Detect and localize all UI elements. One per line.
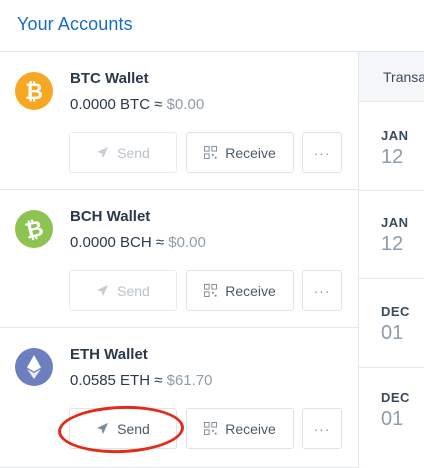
accounts-header: Your Accounts bbox=[0, 0, 424, 52]
transaction-day: 01 bbox=[381, 322, 404, 344]
crypto-balance: 0.0000 BTC bbox=[70, 96, 151, 113]
crypto-balance: 0.0000 BCH bbox=[70, 234, 152, 251]
wallet-balance: 0.0000 BTC ≈ $0.00 bbox=[70, 96, 204, 113]
receive-button-label: Receive bbox=[225, 282, 276, 299]
wallet-name: BTC Wallet bbox=[70, 70, 149, 87]
wallet-name: BCH Wallet bbox=[70, 208, 151, 225]
transaction-date[interactable]: JAN 12 bbox=[359, 102, 424, 191]
send-button-label: Send bbox=[117, 282, 150, 299]
qr-code-icon bbox=[204, 422, 218, 435]
ethereum-icon bbox=[15, 348, 53, 386]
receive-button-label: Receive bbox=[225, 420, 276, 437]
approx-sign: ≈ bbox=[154, 372, 163, 389]
send-button-label: Send bbox=[117, 144, 150, 161]
transaction-day: 12 bbox=[381, 233, 404, 255]
transaction-date[interactable]: DEC 01 bbox=[359, 279, 424, 368]
account-card-eth: ETH Wallet 0.0585 ETH ≈ $61.70 Send Rece… bbox=[0, 328, 358, 468]
svg-text:₿: ₿ bbox=[25, 80, 43, 105]
accounts-list: ₿ BTC Wallet 0.0000 BTC ≈ $0.00 Send Rec… bbox=[0, 52, 359, 468]
transaction-month: DEC bbox=[381, 390, 410, 405]
receive-button[interactable]: Receive bbox=[186, 132, 294, 173]
more-options-button[interactable]: ··· bbox=[302, 270, 342, 311]
wallet-name: ETH Wallet bbox=[70, 346, 148, 363]
approx-sign: ≈ bbox=[154, 96, 163, 113]
send-button[interactable]: Send bbox=[69, 270, 177, 311]
more-options-button[interactable]: ··· bbox=[302, 132, 342, 173]
transaction-day: 01 bbox=[381, 408, 404, 430]
bitcoin-icon: ₿ bbox=[15, 72, 53, 110]
approx-sign: ≈ bbox=[155, 234, 165, 251]
more-options-button[interactable]: ··· bbox=[302, 408, 342, 449]
transaction-date[interactable]: DEC 01 bbox=[359, 368, 424, 468]
transactions-panel: Transa JAN 12 JAN 12 DEC 01 DEC 01 bbox=[359, 52, 424, 468]
fiat-balance: $0.00 bbox=[168, 234, 206, 251]
page-title: Your Accounts bbox=[17, 14, 133, 34]
qr-code-icon bbox=[204, 284, 218, 297]
transaction-month: JAN bbox=[381, 215, 409, 230]
transaction-month: JAN bbox=[381, 128, 409, 143]
send-icon bbox=[97, 146, 109, 159]
transaction-date[interactable]: JAN 12 bbox=[359, 191, 424, 279]
fiat-balance: $0.00 bbox=[166, 96, 205, 113]
send-button[interactable]: Send bbox=[69, 132, 177, 173]
wallet-balance: 0.0000 BCH ≈ $0.00 bbox=[70, 234, 206, 251]
account-card-bch: ₿ BCH Wallet 0.0000 BCH ≈ $0.00 Send Rec… bbox=[0, 190, 358, 328]
bitcoin-cash-icon: ₿ bbox=[15, 210, 53, 248]
transaction-day: 12 bbox=[381, 146, 404, 168]
receive-button[interactable]: Receive bbox=[186, 270, 294, 311]
transactions-header: Transa bbox=[359, 52, 424, 102]
receive-button-label: Receive bbox=[225, 144, 276, 161]
qr-code-icon bbox=[204, 146, 218, 159]
fiat-balance: $61.70 bbox=[166, 372, 213, 389]
svg-text:₿: ₿ bbox=[23, 216, 46, 245]
account-card-btc: ₿ BTC Wallet 0.0000 BTC ≈ $0.00 Send Rec… bbox=[0, 52, 358, 190]
transaction-month: DEC bbox=[381, 304, 410, 319]
transactions-header-label: Transa bbox=[383, 69, 424, 85]
receive-button[interactable]: Receive bbox=[186, 408, 294, 449]
send-icon bbox=[97, 284, 109, 297]
crypto-balance: 0.0585 ETH bbox=[70, 372, 151, 389]
wallet-balance: 0.0585 ETH ≈ $61.70 bbox=[70, 372, 213, 389]
